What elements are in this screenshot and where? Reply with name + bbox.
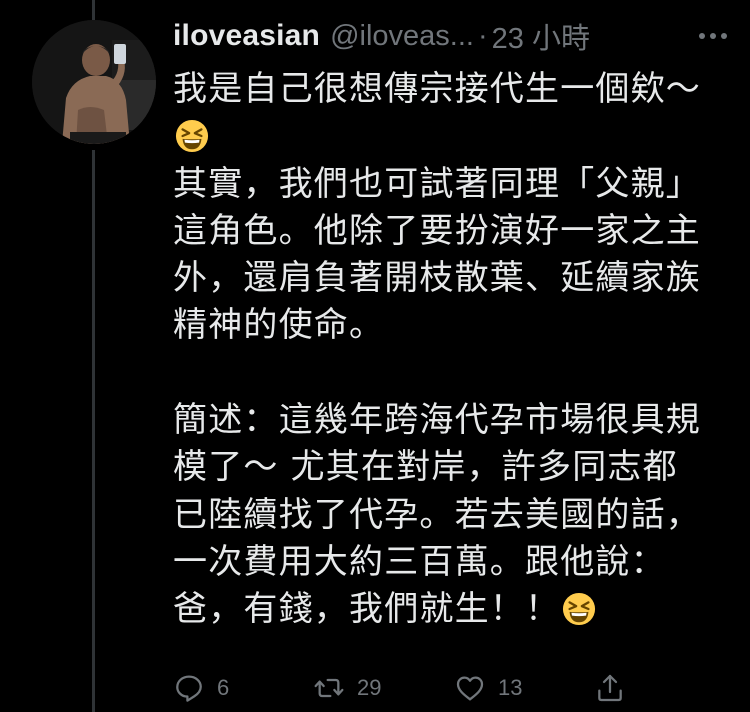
tweet-actions: 6 29 13 — [173, 668, 643, 708]
grinning-squinting-face-icon — [175, 120, 209, 153]
tweet-line: 其實，我們也可試著同理「父親」 — [173, 163, 701, 204]
tweet-line: 簡述：這幾年跨海代孕市場很具規 — [173, 400, 701, 441]
retweet-icon — [314, 678, 344, 698]
reply-button[interactable]: 6 — [173, 668, 229, 708]
tweet-line: 模了～ 尤其在對岸，許多同志都 — [173, 447, 678, 488]
reply-count: 6 — [217, 675, 230, 700]
retweet-button[interactable]: 29 — [313, 668, 381, 708]
user-handle[interactable]: @iloveas... — [330, 20, 474, 53]
tweet-line: 一次費用大約三百萬。跟他說： — [173, 541, 666, 582]
like-count: 13 — [498, 675, 523, 700]
grinning-squinting-face-icon — [563, 593, 596, 626]
share-icon — [598, 674, 622, 702]
thread-line-bottom — [92, 150, 95, 712]
more-horizontal-icon[interactable] — [693, 20, 733, 52]
separator-dot: · — [477, 19, 488, 52]
reply-icon — [176, 675, 202, 702]
share-button[interactable] — [594, 668, 626, 708]
heart-icon — [456, 676, 484, 701]
like-button[interactable]: 13 — [454, 668, 522, 708]
tweet-line: 已陸續找了代孕。若去美國的話， — [173, 494, 701, 535]
tweet-line: 外，還肩負著開枝散葉、延續家族 — [173, 258, 701, 299]
tweet-line: 爸，有錢，我們就生！！ — [173, 589, 561, 630]
tweet-line: 這角色。他除了要扮演好一家之主 — [173, 210, 701, 251]
tweet-line-emoji — [173, 113, 733, 160]
tweet-line: 精神的使命。 — [173, 305, 385, 346]
retweet-count: 29 — [357, 675, 382, 700]
tweet-text: 我是自己很想傳宗接代生一個欸～ 其實，我們也可試著同理「父親」 這角色。他除了要… — [173, 66, 733, 634]
timestamp[interactable]: 23 小時 — [492, 15, 590, 57]
tweet-line-last: 爸，有錢，我們就生！！ — [173, 586, 733, 633]
display-name[interactable]: iloveasian — [173, 19, 320, 53]
tweet-line: 我是自己很想傳宗接代生一個欸～ — [173, 69, 701, 109]
avatar-photo — [32, 20, 156, 144]
tweet-header: iloveasian @iloveas... · 23 小時 — [173, 14, 733, 58]
avatar[interactable] — [32, 20, 156, 144]
